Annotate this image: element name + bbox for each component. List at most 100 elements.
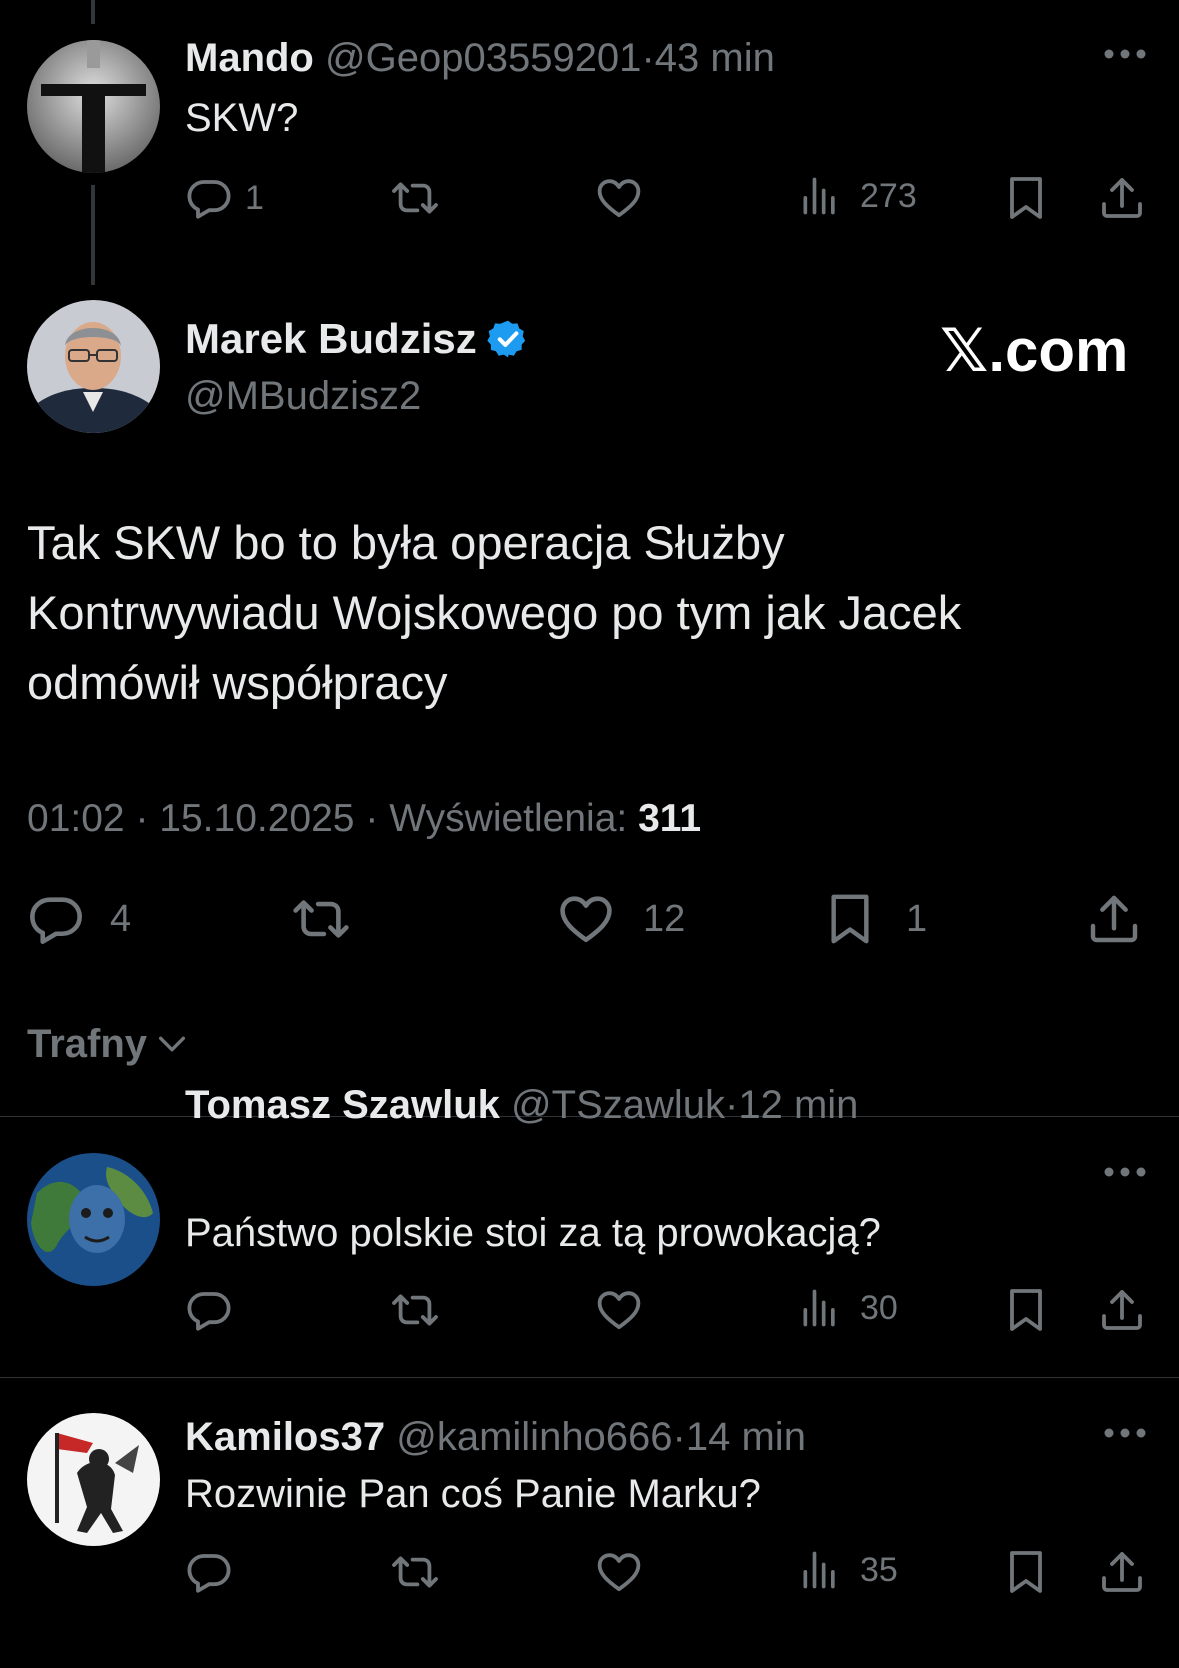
handle[interactable]: @TSzawluk [511,1083,725,1127]
bookmark-button[interactable] [1002,1286,1050,1334]
author-handle[interactable]: @MBudzisz2 [185,372,421,420]
bookmark-button[interactable] [1002,174,1050,222]
timestamp[interactable]: 12 min [738,1083,858,1127]
share-icon [1098,1548,1146,1596]
views-icon [798,1548,842,1592]
reply-icon [185,1286,233,1334]
share-icon [1086,890,1142,948]
share-button[interactable] [1098,1286,1146,1334]
like-icon [594,1548,644,1596]
tweet-text: Rozwinie Pan coś Panie Marku? [185,1472,761,1516]
timestamp[interactable]: 14 min [686,1415,806,1459]
views-button[interactable]: 273 [798,174,917,218]
views-label: Wyświetlenia: [389,797,628,840]
like-button[interactable] [594,1286,644,1334]
views-icon [798,1286,842,1330]
views-button[interactable]: 35 [798,1548,898,1592]
tweet-header: Mando @Geop03559201·43 min [185,34,775,82]
repost-button[interactable] [389,1548,441,1596]
separator-dot: · [135,797,149,840]
display-name[interactable]: Kamilos37 [185,1415,385,1459]
separator-dot: · [672,1415,686,1459]
author-avatar[interactable] [27,300,160,433]
share-icon [1098,1286,1146,1334]
avatar[interactable] [27,1153,160,1286]
display-name[interactable]: Tomasz Szawluk [185,1083,500,1127]
post-text-line: Kontrwywiadu Wojskowego po tym jak Jacek [27,586,962,639]
like-button[interactable] [594,1548,644,1596]
bookmark-icon [1002,174,1050,222]
like-icon [594,1286,644,1334]
repost-icon [389,174,441,222]
repost-button[interactable] [389,174,441,222]
post-time[interactable]: 01:02 [27,797,125,840]
reply-avatar-image [27,1413,160,1546]
reply-button[interactable] [185,1286,233,1334]
post-date[interactable]: 15.10.2025 [159,797,354,840]
repost-icon [389,1286,441,1334]
display-name[interactable]: Marek Budzisz [185,314,477,364]
reply-avatar-image [27,1153,160,1286]
handle[interactable]: @kamilinho666 [396,1415,672,1459]
bookmark-button[interactable]: 1 [822,890,927,948]
sort-dropdown[interactable]: Trafny [27,1020,189,1068]
handle[interactable]: @Geop03559201 [325,36,641,80]
views-icon [798,174,842,218]
verified-badge-icon [487,320,525,358]
like-button[interactable] [594,174,644,222]
bookmark-icon [822,890,878,948]
display-name[interactable]: Mando [185,36,314,80]
more-icon[interactable] [1103,48,1147,60]
tweet-header: Kamilos37 @kamilinho666·14 min [185,1413,806,1461]
post-meta: 01:02 · 15.10.2025 · Wyświetlenia: 311 [27,795,701,843]
post-text-line: odmówił współpracy [27,656,448,709]
sort-label: Trafny [27,1022,148,1066]
share-button[interactable] [1086,890,1142,948]
separator-dot: · [641,36,655,80]
thread-line-top [91,0,95,24]
avatar[interactable] [27,1413,160,1546]
share-button[interactable] [1098,174,1146,222]
share-icon [1098,174,1146,222]
tweet-text: SKW? [185,96,299,140]
reply-icon [27,890,85,948]
reply-button[interactable]: 1 [185,174,264,222]
views-count: 273 [860,176,917,215]
views-button[interactable]: 30 [798,1286,898,1330]
bookmark-icon [1002,1286,1050,1334]
author-name-row: Marek Budzisz [185,314,529,364]
repost-button[interactable] [389,1286,441,1334]
thread-line-connector [91,185,95,285]
like-icon [594,174,644,222]
chevron-down-icon [159,1036,186,1052]
views-count: 30 [860,1288,898,1327]
bookmark-count: 1 [906,897,928,940]
author-avatar-image [27,300,160,433]
reply-count: 1 [245,178,264,217]
bookmark-button[interactable] [1002,1548,1050,1596]
timestamp[interactable]: 43 min [655,36,775,80]
mando-avatar-image [27,40,160,173]
like-count: 12 [643,897,686,940]
views-count: 35 [860,1550,898,1589]
divider [0,1377,1179,1378]
reply-button[interactable]: 4 [27,890,131,948]
more-icon[interactable] [1103,1427,1147,1439]
post-text-line: Tak SKW bo to była operacja Służby [27,516,785,569]
separator-dot: · [365,797,379,840]
reply-button[interactable] [185,1548,233,1596]
repost-icon [289,890,353,948]
repost-button[interactable] [289,890,353,948]
like-button[interactable]: 12 [556,890,685,948]
reply-icon [185,1548,233,1596]
post-text: Tak SKW bo to była operacja Służby Kontr… [27,508,961,718]
avatar[interactable] [27,40,160,173]
views-count: 311 [638,797,702,840]
more-icon[interactable] [1103,1166,1147,1178]
bookmark-icon [1002,1548,1050,1596]
reply-icon [185,174,233,222]
like-icon [556,890,616,948]
tweet-text: Państwo polskie stoi za tą prowokacją? [185,1211,881,1255]
reply-count: 4 [110,897,132,940]
share-button[interactable] [1098,1548,1146,1596]
